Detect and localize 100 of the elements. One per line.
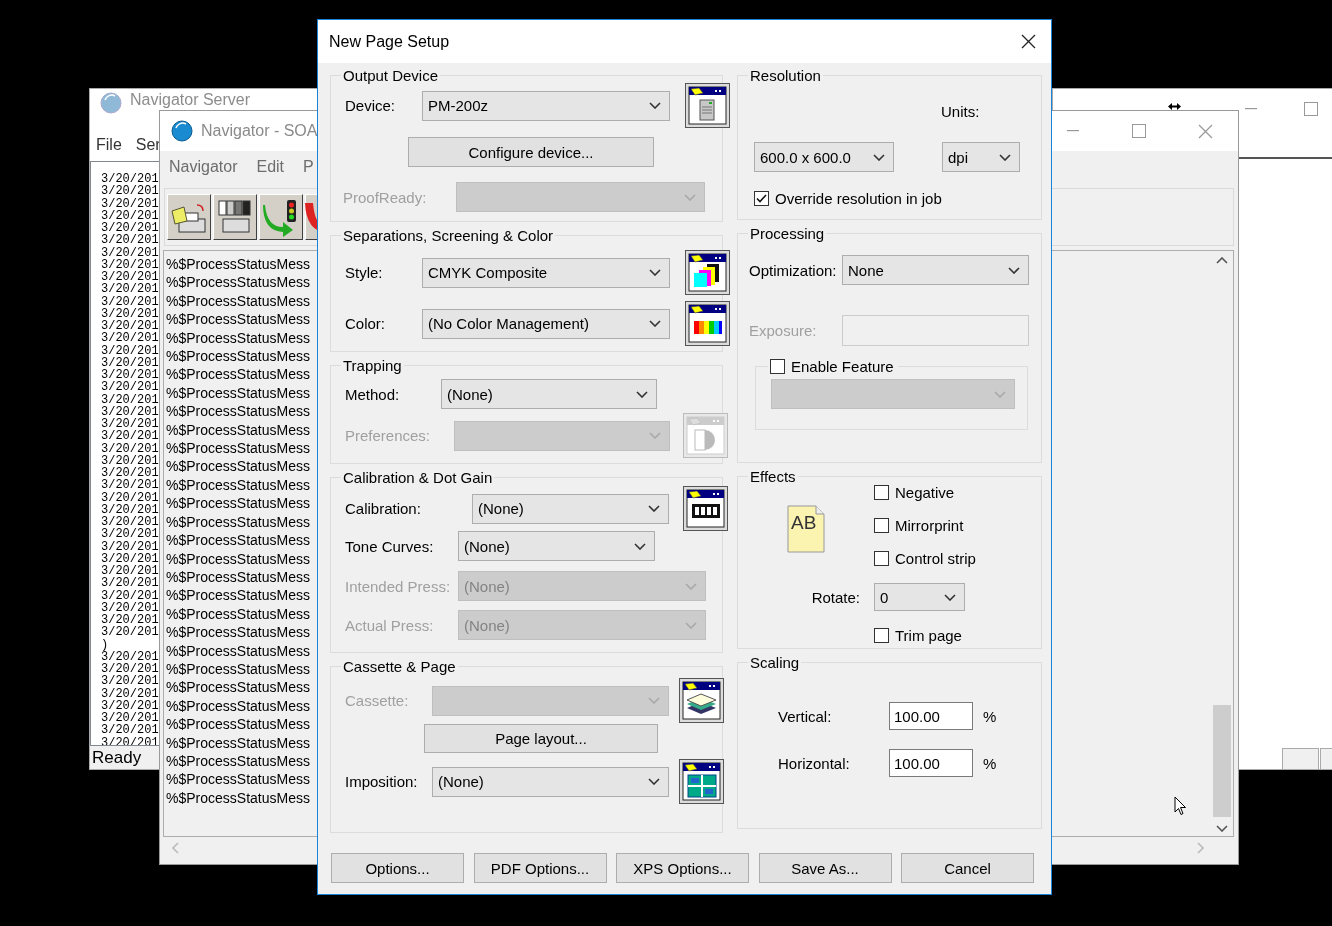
- log-line: 3/20/201: [101, 552, 159, 565]
- scale-field[interactable]: 100.00: [889, 749, 973, 777]
- message-row[interactable]: %$ProcessStatusMess: [166, 586, 310, 605]
- message-row[interactable]: %$ProcessStatusMess: [166, 365, 310, 384]
- field-label: Horizontal:: [778, 754, 851, 772]
- message-row[interactable]: %$ProcessStatusMess: [166, 788, 310, 808]
- log-line: 3/20/201: [101, 503, 159, 516]
- field-label: Units:: [941, 102, 981, 120]
- dialog-button[interactable]: Save As...: [758, 853, 892, 883]
- field-label: Color:: [345, 315, 386, 332]
- units-dropdown[interactable]: dpi: [942, 142, 1020, 172]
- optimization-dropdown[interactable]: None: [842, 255, 1029, 285]
- checkbox-label: Override resolution in job: [775, 189, 942, 207]
- menu-item[interactable]: Edit: [256, 158, 285, 176]
- message-row[interactable]: %$ProcessStatusMess: [166, 696, 310, 716]
- log-line: 3/20/201: [101, 601, 159, 614]
- rotate-dropdown[interactable]: 0: [874, 583, 965, 611]
- message-row[interactable]: %$ProcessStatusMess: [166, 567, 310, 587]
- window-title: Navigator Server: [130, 92, 251, 108]
- log-line: 3/20/201: [101, 724, 159, 737]
- message-row[interactable]: %$ProcessStatusMess: [166, 659, 310, 679]
- dialog-button[interactable]: Cancel: [901, 853, 1034, 883]
- log-line: 3/20/201: [101, 405, 159, 418]
- message-row[interactable]: %$ProcessStatusMess: [166, 641, 310, 660]
- log-line: 3/20/201: [101, 393, 159, 406]
- unit-label: %: [983, 707, 997, 725]
- message-row[interactable]: %$ProcessStatusMess: [166, 383, 310, 403]
- menu-item[interactable]: Navigator: [169, 158, 238, 176]
- field-label: Method:: [345, 385, 401, 403]
- message-row[interactable]: %$ProcessStatusMess: [166, 512, 310, 532]
- message-row[interactable]: %$ProcessStatusMess: [166, 475, 310, 495]
- field-label: Cassette:: [345, 692, 410, 709]
- log-line: 3/20/201: [101, 712, 159, 725]
- log-line: 3/20/201: [101, 736, 159, 745]
- log-line: 3/20/201: [101, 246, 159, 259]
- log-line: 3/20/201: [101, 614, 159, 627]
- log-line: 3/20/201: [101, 381, 159, 394]
- calibration-dropdown[interactable]: (None): [472, 493, 669, 524]
- message-row[interactable]: %$ProcessStatusMess: [166, 678, 310, 697]
- log-line: 3/20/201: [101, 454, 159, 467]
- log-line: 3/20/201: [101, 479, 159, 492]
- group-title: Trapping: [342, 357, 403, 374]
- message-row[interactable]: %$ProcessStatusMess: [166, 291, 310, 311]
- resolution-dropdown[interactable]: 600.0 x 600.0: [754, 142, 894, 172]
- field-label: Actual Press:: [345, 616, 435, 634]
- message-row[interactable]: %$ProcessStatusMess: [166, 273, 310, 292]
- message-row[interactable]: %$ProcessStatusMess: [166, 347, 310, 366]
- dialog-button[interactable]: PDF Options...: [473, 853, 607, 883]
- field-label: Rotate:: [810, 588, 860, 606]
- field-label: Device:: [345, 97, 397, 114]
- style-dropdown[interactable]: CMYK Composite: [422, 257, 670, 288]
- message-row[interactable]: %$ProcessStatusMess: [166, 402, 310, 421]
- log-line: 3/20/201: [101, 516, 159, 529]
- message-row[interactable]: %$ProcessStatusMess: [166, 328, 310, 348]
- message-row[interactable]: %$ProcessStatusMess: [166, 310, 310, 329]
- log-line: ): [101, 638, 109, 651]
- message-row[interactable]: %$ProcessStatusMess: [166, 604, 310, 624]
- configure-device-button[interactable]: Configure device...: [408, 137, 654, 167]
- message-row[interactable]: %$ProcessStatusMess: [166, 715, 310, 734]
- log-line: 3/20/201: [101, 589, 159, 602]
- log-line: 3/20/201: [101, 344, 159, 357]
- message-row[interactable]: %$ProcessStatusMess: [166, 623, 310, 642]
- device-dropdown[interactable]: PM-200z: [422, 90, 670, 121]
- message-row[interactable]: %$ProcessStatusMess: [166, 255, 310, 274]
- log-line: 3/20/201: [101, 173, 159, 186]
- field-label: Tone Curves:: [345, 537, 435, 555]
- log-line: 3/20/201: [101, 356, 159, 369]
- dialog-button[interactable]: Options...: [331, 853, 464, 883]
- message-row[interactable]: %$ProcessStatusMess: [166, 420, 310, 440]
- page-layout-button[interactable]: Page layout...: [424, 724, 658, 753]
- message-row[interactable]: %$ProcessStatusMess: [166, 494, 310, 513]
- field-label: Calibration:: [345, 500, 422, 517]
- message-row[interactable]: %$ProcessStatusMess: [166, 439, 310, 458]
- log-line: 3/20/201: [101, 234, 159, 247]
- menu-item[interactable]: File: [96, 136, 122, 154]
- method-dropdown[interactable]: (None): [441, 379, 657, 409]
- log-line: 3/20/201: [101, 467, 159, 480]
- dialog-title: New Page Setup: [329, 32, 450, 51]
- menu-item[interactable]: P: [303, 158, 314, 176]
- log-line: 3/20/201: [101, 491, 159, 504]
- field-label: Preferences:: [345, 427, 432, 444]
- message-row[interactable]: %$ProcessStatusMess: [166, 549, 310, 568]
- color-dropdown[interactable]: (No Color Management): [422, 308, 670, 339]
- menu-item[interactable]: Ser: [135, 136, 161, 154]
- log-line: 3/20/201: [101, 307, 159, 320]
- message-row[interactable]: %$ProcessStatusMess: [166, 770, 310, 789]
- group-title: Scaling: [749, 654, 801, 671]
- scale-field[interactable]: 100.00: [889, 702, 973, 730]
- dialog-button[interactable]: XPS Options...: [616, 853, 749, 883]
- message-row[interactable]: %$ProcessStatusMess: [166, 751, 310, 771]
- message-row[interactable]: %$ProcessStatusMess: [166, 531, 310, 550]
- checkbox-label: Trim page: [895, 627, 962, 644]
- imposition-dropdown[interactable]: (None): [432, 766, 669, 797]
- field-label: Imposition:: [345, 773, 419, 790]
- log-line: 3/20/201: [101, 197, 159, 210]
- message-row[interactable]: %$ProcessStatusMess: [166, 733, 310, 752]
- window-title: Navigator - SOA: [201, 123, 318, 139]
- tone-curves-dropdown[interactable]: (None): [458, 531, 655, 561]
- message-row[interactable]: %$ProcessStatusMess: [166, 457, 310, 476]
- log-line: 3/20/201: [101, 528, 159, 541]
